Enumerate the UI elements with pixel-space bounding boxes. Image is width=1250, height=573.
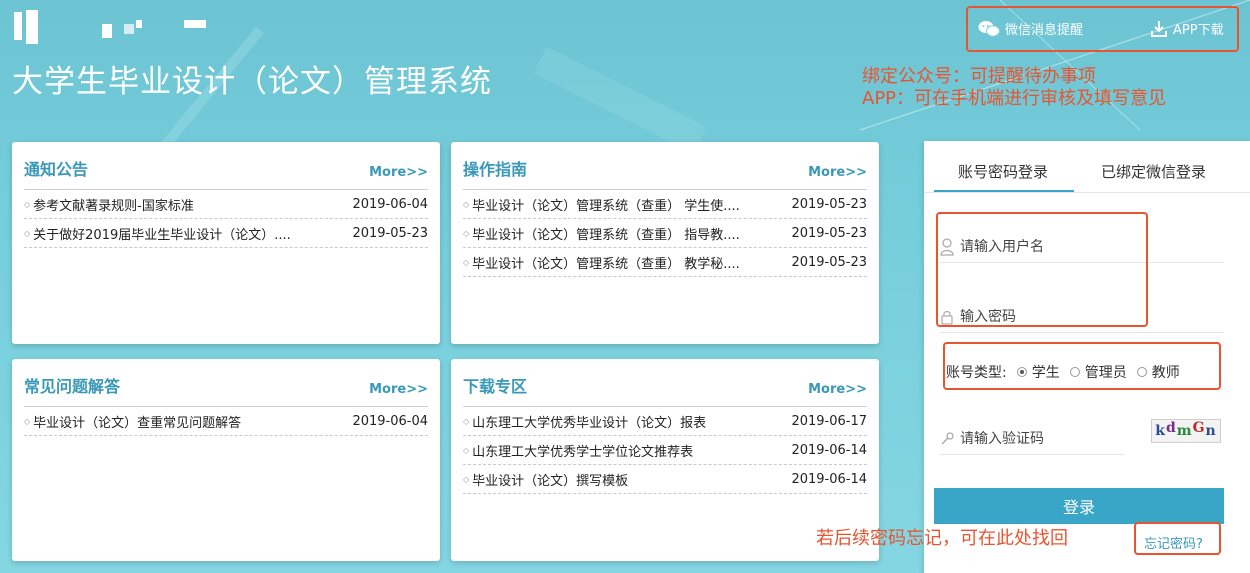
item-title: 山东理工大学优秀毕业设计（论文）报表: [472, 415, 707, 431]
panel-title: 常见问题解答: [24, 377, 121, 396]
more-link[interactable]: More>>: [808, 382, 867, 397]
bullet-icon: ◇: [463, 416, 470, 426]
item-title: 毕业设计（论文）撰写模板: [472, 473, 629, 489]
list-item[interactable]: ◇ 毕业设计（论文）管理系统（查重） 教学秘.... 2019-05-23: [463, 248, 867, 277]
captcha-image[interactable]: k d m G n: [1151, 419, 1221, 443]
login-button[interactable]: 登录: [934, 488, 1224, 524]
item-date: 2019-05-23: [791, 254, 867, 270]
item-date: 2019-05-23: [791, 196, 867, 212]
app-download-link[interactable]: APP下载: [1150, 19, 1224, 38]
tab-wechat-login[interactable]: 已绑定微信登录: [1101, 161, 1206, 182]
bullet-icon: ◇: [463, 257, 470, 267]
item-date: 2019-06-14: [791, 442, 867, 458]
item-date: 2019-05-23: [352, 225, 428, 241]
app-download-label: APP下载: [1173, 23, 1224, 38]
item-date: 2019-06-04: [352, 196, 428, 212]
item-title: 毕业设计（论文）查重常见问题解答: [33, 415, 242, 431]
list-item[interactable]: ◇ 山东理工大学优秀学士学位论文推荐表 2019-06-14: [463, 436, 867, 465]
forgot-password-highlight: [1134, 522, 1221, 555]
item-title: 毕业设计（论文）管理系统（查重） 教学秘....: [472, 256, 740, 272]
download-icon: [1151, 20, 1167, 37]
captcha-char: n: [1205, 423, 1217, 439]
list-item[interactable]: ◇ 关于做好2019届毕业生毕业设计（论文）.... 2019-05-23: [24, 219, 428, 248]
active-tab-indicator: [934, 190, 1074, 192]
more-link[interactable]: More>>: [369, 165, 428, 180]
panel-title: 操作指南: [463, 160, 528, 179]
captcha-char: G: [1192, 420, 1206, 436]
item-date: 2019-06-04: [352, 413, 428, 429]
captcha-input[interactable]: [960, 430, 1120, 447]
download-panel: 下载专区 More>> ◇ 山东理工大学优秀毕业设计（论文）报表 2019-06-…: [451, 359, 879, 561]
bullet-icon: ◇: [463, 228, 470, 238]
list-item[interactable]: ◇ 参考文献著录规则-国家标准 2019-06-04: [24, 190, 428, 219]
guide-panel: 操作指南 More>> ◇ 毕业设计（论文）管理系统（查重） 学生使.... 20…: [451, 142, 879, 344]
item-date: 2019-05-23: [791, 225, 867, 241]
bullet-icon: ◇: [463, 474, 470, 484]
more-link[interactable]: More>>: [808, 165, 867, 180]
item-date: 2019-06-17: [791, 413, 867, 429]
login-tabs: 账号密码登录 已绑定微信登录: [924, 141, 1250, 193]
annotation-forgot-tip: 若后续密码忘记，可在此处找回: [816, 528, 1068, 549]
bullet-icon: ◇: [463, 199, 470, 209]
captcha-field: [940, 423, 1124, 455]
captcha-char: d: [1165, 420, 1177, 436]
item-date: 2019-06-14: [791, 471, 867, 487]
panel-title: 下载专区: [463, 377, 528, 396]
key-icon: [941, 431, 954, 445]
list-item[interactable]: ◇ 毕业设计（论文）管理系统（查重） 学生使.... 2019-05-23: [463, 190, 867, 219]
panel-title: 通知公告: [24, 160, 89, 179]
list-item[interactable]: ◇ 毕业设计（论文）管理系统（查重） 指导教.... 2019-05-23: [463, 219, 867, 248]
item-title: 关于做好2019届毕业生毕业设计（论文）....: [33, 227, 291, 243]
captcha-char: k: [1155, 423, 1166, 439]
list-item[interactable]: ◇ 山东理工大学优秀毕业设计（论文）报表 2019-06-17: [463, 407, 867, 436]
list-item[interactable]: ◇ 毕业设计（论文）查重常见问题解答 2019-06-04: [24, 407, 428, 436]
top-links-highlight: 微信消息提醒 APP下载: [966, 6, 1239, 52]
notice-panel: 通知公告 More>> ◇ 参考文献著录规则-国家标准 2019-06-04 ◇ 关…: [12, 142, 440, 344]
tab-password-login[interactable]: 账号密码登录: [958, 161, 1048, 182]
captcha-char: m: [1176, 423, 1193, 439]
annotation-app-tip: APP：可在手机端进行审核及填写意见: [862, 88, 1167, 109]
wechat-icon: [978, 20, 1000, 37]
bullet-icon: ◇: [24, 199, 31, 209]
bullet-icon: ◇: [463, 445, 470, 455]
credentials-highlight: [936, 212, 1148, 327]
school-logo: [14, 10, 214, 50]
more-link[interactable]: More>>: [369, 382, 428, 397]
faq-panel: 常见问题解答 More>> ◇ 毕业设计（论文）查重常见问题解答 2019-06-…: [12, 359, 440, 561]
bullet-icon: ◇: [24, 228, 31, 238]
wechat-reminder-label: 微信消息提醒: [1005, 23, 1084, 38]
page-title: 大学生毕业设计（论文）管理系统: [12, 64, 492, 100]
item-title: 参考文献著录规则-国家标准: [33, 198, 194, 214]
wechat-reminder-link[interactable]: 微信消息提醒: [978, 19, 1083, 38]
bullet-icon: ◇: [24, 416, 31, 426]
list-item[interactable]: ◇ 毕业设计（论文）撰写模板 2019-06-14: [463, 465, 867, 494]
annotation-wechat-tip: 绑定公众号：可提醒待办事项: [862, 66, 1096, 87]
login-panel: 账号密码登录 已绑定微信登录 账号类型: 学生 管理员 教师 k d m: [924, 141, 1250, 573]
item-title: 毕业设计（论文）管理系统（查重） 学生使....: [472, 198, 740, 214]
account-type-highlight: [943, 342, 1221, 390]
item-title: 毕业设计（论文）管理系统（查重） 指导教....: [472, 227, 740, 243]
item-title: 山东理工大学优秀学士学位论文推荐表: [472, 444, 694, 460]
